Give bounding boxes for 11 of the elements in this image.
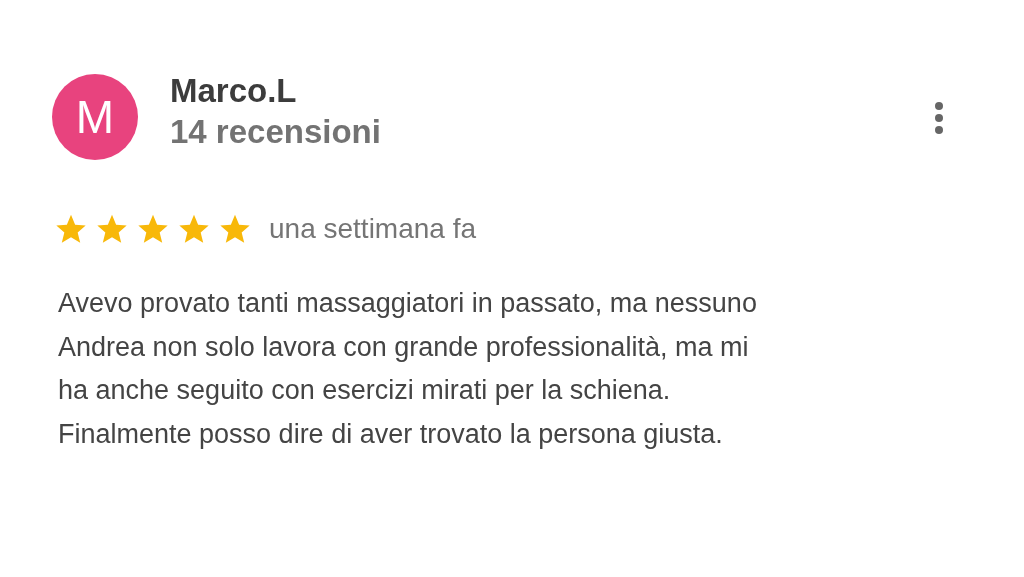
review-text: Avevo provato tanti massaggiatori in passato, ma nessuno Andrea non solo lavora con grande professionalità, ma mi ha anche seguito con esercizi mirati per la schiena. Finalmente posso dire di aver trovato la persona giusta. — [57, 287, 758, 451]
review-count: 14 recensioni — [170, 113, 381, 151]
star-icon — [137, 213, 169, 245]
review-date: una settimana fa — [269, 212, 477, 246]
star-icon — [96, 213, 128, 245]
more-options-icon[interactable] — [934, 102, 944, 134]
author-name: Marco.L — [170, 72, 298, 110]
star-icon — [55, 213, 87, 245]
avatar: M — [52, 74, 138, 160]
star-icon — [178, 213, 210, 245]
star-icon — [219, 213, 251, 245]
